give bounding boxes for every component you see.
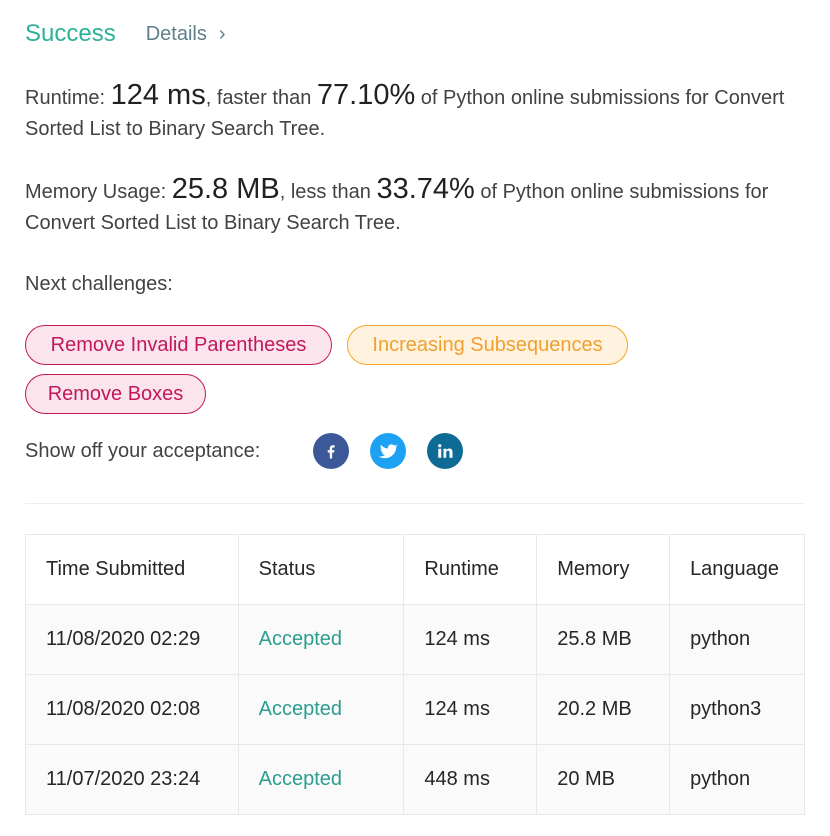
- challenge-chip-increasing-subsequences[interactable]: Increasing Subsequences: [347, 325, 628, 365]
- challenge-chip-remove-boxes[interactable]: Remove Boxes: [25, 374, 206, 414]
- memory-stat: Memory Usage: 25.8 MB, less than 33.74% …: [25, 174, 815, 239]
- result-header: Success Details ›: [25, 20, 226, 48]
- runtime-stat: Runtime: 124 ms, faster than 77.10% of P…: [25, 80, 815, 145]
- cell-runtime: 448 ms: [403, 744, 538, 815]
- column-header-memory: Memory: [536, 534, 671, 605]
- challenge-chip-label: Increasing Subsequences: [372, 333, 603, 356]
- result-status-title: Success: [25, 20, 116, 47]
- memory-value: 25.8 MB: [171, 173, 280, 205]
- submission-result-panel: Success Details › Runtime: 124 ms, faste…: [0, 0, 830, 836]
- table-row: 11/08/2020 02:08 Accepted 124 ms 20.2 MB…: [25, 674, 805, 745]
- runtime-label: Runtime:: [25, 87, 111, 109]
- table-header-row: Time Submitted Status Runtime Memory Lan…: [25, 534, 805, 605]
- linkedin-icon: [438, 444, 453, 458]
- details-label: Details: [145, 22, 207, 45]
- column-header-runtime: Runtime: [403, 534, 538, 605]
- cell-runtime: 124 ms: [403, 604, 538, 675]
- memory-label: Memory Usage:: [25, 181, 172, 203]
- section-divider: [25, 503, 805, 504]
- details-link[interactable]: Details ›: [146, 23, 226, 46]
- cell-runtime: 124 ms: [403, 674, 538, 745]
- facebook-icon: [327, 445, 335, 459]
- cell-time-submitted: 11/07/2020 23:24: [25, 744, 239, 815]
- table-row: 11/08/2020 02:29 Accepted 124 ms 25.8 MB…: [25, 604, 805, 675]
- cell-status-link[interactable]: Accepted: [237, 744, 405, 815]
- memory-comparison: , less than: [279, 181, 377, 203]
- cell-status-link[interactable]: Accepted: [237, 604, 405, 675]
- cell-language: python: [669, 744, 805, 815]
- challenge-chip-label: Remove Boxes: [47, 382, 184, 405]
- chevron-right-icon: ›: [218, 22, 226, 45]
- runtime-percent: 77.10%: [316, 79, 416, 111]
- share-linkedin-button[interactable]: [427, 433, 463, 469]
- cell-language: python: [669, 604, 805, 675]
- cell-memory: 20.2 MB: [536, 674, 671, 745]
- twitter-icon: [378, 444, 398, 459]
- challenge-chip-remove-invalid-parentheses[interactable]: Remove Invalid Parentheses: [25, 325, 332, 365]
- next-challenges-label: Next challenges:: [25, 273, 173, 295]
- runtime-comparison: , faster than: [205, 87, 317, 109]
- runtime-value: 124 ms: [110, 79, 206, 111]
- cell-status-link[interactable]: Accepted: [237, 674, 405, 745]
- share-facebook-button[interactable]: [313, 433, 349, 469]
- cell-time-submitted: 11/08/2020 02:29: [25, 604, 239, 675]
- memory-percent: 33.74%: [376, 173, 475, 205]
- share-label: Show off your acceptance:: [25, 439, 261, 462]
- cell-time-submitted: 11/08/2020 02:08: [25, 674, 239, 745]
- column-header-language: Language: [669, 534, 805, 605]
- cell-language: python3: [669, 674, 805, 745]
- challenge-chip-label: Remove Invalid Parentheses: [50, 333, 307, 356]
- cell-memory: 25.8 MB: [536, 604, 671, 675]
- submissions-table: Time Submitted Status Runtime Memory Lan…: [25, 534, 805, 815]
- column-header-status: Status: [237, 534, 405, 605]
- column-header-time-submitted: Time Submitted: [25, 534, 239, 605]
- share-twitter-button[interactable]: [370, 433, 406, 469]
- share-row: Show off your acceptance:: [25, 432, 260, 470]
- cell-memory: 20 MB: [536, 744, 671, 815]
- table-row: 11/07/2020 23:24 Accepted 448 ms 20 MB p…: [25, 744, 805, 815]
